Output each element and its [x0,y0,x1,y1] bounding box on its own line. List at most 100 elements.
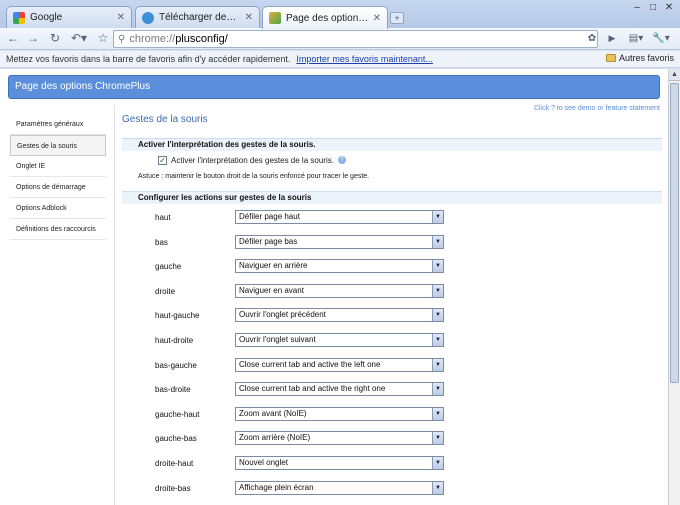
other-bookmarks-button[interactable]: Autres favoris [605,53,674,63]
select-value: Défiler page haut [239,212,300,221]
gesture-label: bas-droite [155,385,191,395]
back-arrow-icon[interactable]: ← [6,30,20,47]
window-controls: – □ ✕ [630,2,676,15]
tab-telecharger[interactable]: Télécharger des logiciels et... ✕ [135,6,260,28]
select-value: Nouvel onglet [239,457,288,467]
nav-item-startup[interactable]: Options de démarrage [10,177,106,198]
chevron-down-icon[interactable]: ▼ [432,333,443,346]
nav-item-shortcuts[interactable]: Définitions des raccourcis [10,219,106,240]
enable-gestures-label: Activer l'interprétation des gestes de l… [171,155,334,165]
group-header-actions: Configurer les actions sur gestes de la … [122,191,662,204]
close-icon[interactable]: ✕ [373,13,381,24]
nav-item-general[interactable]: Paramètres généraux [10,114,106,135]
chevron-down-icon[interactable]: ▼ [432,432,443,445]
chevron-down-icon[interactable]: ▼ [432,235,443,248]
chevron-down-icon[interactable]: ▼ [432,211,443,223]
page-menu-icon[interactable]: ▤▾ [627,30,645,47]
select-value: Défiler page bas [239,236,298,246]
chromeplus-favicon-icon [269,12,281,24]
reload-icon[interactable]: ↻ [48,30,62,47]
nav-item-adblock[interactable]: Options Adblock [10,198,106,219]
wrench-menu-icon[interactable]: 🔧▾ [651,30,671,47]
nav-item-mouse-gestures[interactable]: Gestes de la souris [10,135,106,156]
gesture-label: bas-gauche [155,360,197,370]
close-window-icon[interactable]: ✕ [662,2,676,15]
gesture-action-select[interactable]: Naviguer en arrière ▼ [235,259,444,274]
tab-google[interactable]: Google ✕ [6,6,132,28]
gesture-label: gauche-bas [155,434,197,444]
chevron-down-icon[interactable]: ▼ [432,407,443,420]
gesture-action-select[interactable]: Défiler page haut ▼ [235,210,444,224]
enable-gestures-row: ✓ Activer l'interprétation des gestes de… [122,151,662,169]
import-bookmarks-link[interactable]: Importer mes favoris maintenant... [296,54,433,64]
gesture-row-haut-droite: haut-droite Ouvrir l'onglet suivant ▼ [122,330,662,355]
chevron-down-icon[interactable]: ▼ [432,383,443,396]
gesture-label: droite-haut [155,458,194,468]
gesture-hint: Astuce : maintenir le bouton droit de la… [138,173,370,180]
star-bookmark-icon[interactable]: ☆ [96,30,110,47]
group-header-enable: Activer l'interprétation des gestes de l… [122,138,662,151]
address-bar[interactable]: ⚲ chrome://plusconfig/ [113,30,598,48]
chevron-down-icon[interactable]: ▼ [432,481,443,494]
forward-arrow-icon[interactable]: → [26,30,40,47]
gesture-action-select[interactable]: Nouvel onglet ▼ [235,455,444,470]
gesture-action-select[interactable]: Ouvrir l'onglet précédent ▼ [235,308,444,323]
gesture-label: haut-gauche [155,311,200,321]
gesture-row-gauche-bas: gauche-bas Zoom arrière (NoIE) ▼ [122,428,662,453]
select-value: Naviguer en arrière [239,261,308,271]
gesture-action-select[interactable]: Affichage plein écran ▼ [235,480,444,495]
extension-icon[interactable]: ✿ [586,30,598,47]
close-icon[interactable]: ✕ [245,12,253,23]
gesture-action-select[interactable]: Naviguer en avant ▼ [235,283,444,298]
gesture-action-select[interactable]: Ouvrir l'onglet suivant ▼ [235,332,444,347]
section-title: Gestes de la souris [122,114,208,125]
gesture-row-droite-bas: droite-bas Affichage plein écran ▼ [122,478,662,503]
gesture-label: haut-droite [155,335,194,345]
download-site-favicon-icon [142,11,154,24]
bookmark-bar-message: Mettez vos favoris dans la barre de favo… [6,54,291,64]
url-path: plusconfig/ [175,33,228,45]
maximize-icon[interactable]: □ [646,2,660,15]
play-icon[interactable]: ▶ [606,30,618,47]
gesture-label: droite [155,286,176,296]
tab-chromeplus-options[interactable]: Page des options ChromePlus ✕ [262,6,388,29]
google-favicon-icon [13,11,25,24]
page-banner: Page des options ChromePlus [8,75,660,99]
toolbar: ← → ↻ ↶▾ ☆ ⚲ chrome://plusconfig/ ✿ ▶ ▤▾… [0,28,680,50]
gesture-action-select[interactable]: Défiler page bas ▼ [235,234,444,249]
search-icon: ⚲ [118,33,126,45]
gesture-action-select[interactable]: Zoom arrière (NoIE) ▼ [235,431,444,446]
chevron-down-icon[interactable]: ▼ [432,309,443,322]
feature-demo-link[interactable]: Click ? to see demo or feature statement [534,105,660,112]
select-value: Naviguer en avant [239,285,304,295]
scroll-up-icon[interactable]: ▲ [669,69,680,81]
chevron-down-icon[interactable]: ▼ [432,260,443,273]
enable-gestures-checkbox[interactable]: ✓ [158,155,167,165]
close-icon[interactable]: ✕ [117,12,125,23]
gesture-action-select[interactable]: Zoom avant (NoIE) ▼ [235,406,444,421]
gesture-label: bas [155,237,168,247]
gesture-row-bas-droite: bas-droite Close current tab and active … [122,379,662,404]
gesture-action-select[interactable]: Close current tab and active the left on… [235,357,444,372]
gesture-row-bas-gauche: bas-gauche Close current tab and active … [122,355,662,380]
chevron-down-icon[interactable]: ▼ [432,358,443,371]
gesture-row-gauche-haut: gauche-haut Zoom avant (NoIE) ▼ [122,404,662,429]
gesture-row-haut-gauche: haut-gauche Ouvrir l'onglet précédent ▼ [122,305,662,330]
nav-item-ie-tab[interactable]: Onglet IE [10,156,106,177]
select-value: Close current tab and active the right o… [239,384,386,394]
tab-title: Google [30,12,63,23]
scroll-thumb[interactable] [670,83,679,383]
gesture-row-droite: droite Naviguer en avant ▼ [122,281,662,306]
gesture-action-select[interactable]: Close current tab and active the right o… [235,382,444,397]
chevron-down-icon[interactable]: ▼ [432,284,443,297]
select-value: Ouvrir l'onglet suivant [239,334,316,344]
bookmark-bar: Mettez vos favoris dans la barre de favo… [0,51,680,68]
minimize-icon[interactable]: – [630,2,644,15]
chevron-down-icon[interactable]: ▼ [432,456,443,469]
select-value: Ouvrir l'onglet précédent [239,310,326,320]
help-icon[interactable]: ? [337,156,346,164]
new-tab-button[interactable]: + [390,12,404,24]
vertical-scrollbar[interactable]: ▲ [668,69,680,505]
undo-dropdown-icon[interactable]: ↶▾ [68,30,90,47]
tab-title: Page des options ChromePlus [286,12,369,24]
